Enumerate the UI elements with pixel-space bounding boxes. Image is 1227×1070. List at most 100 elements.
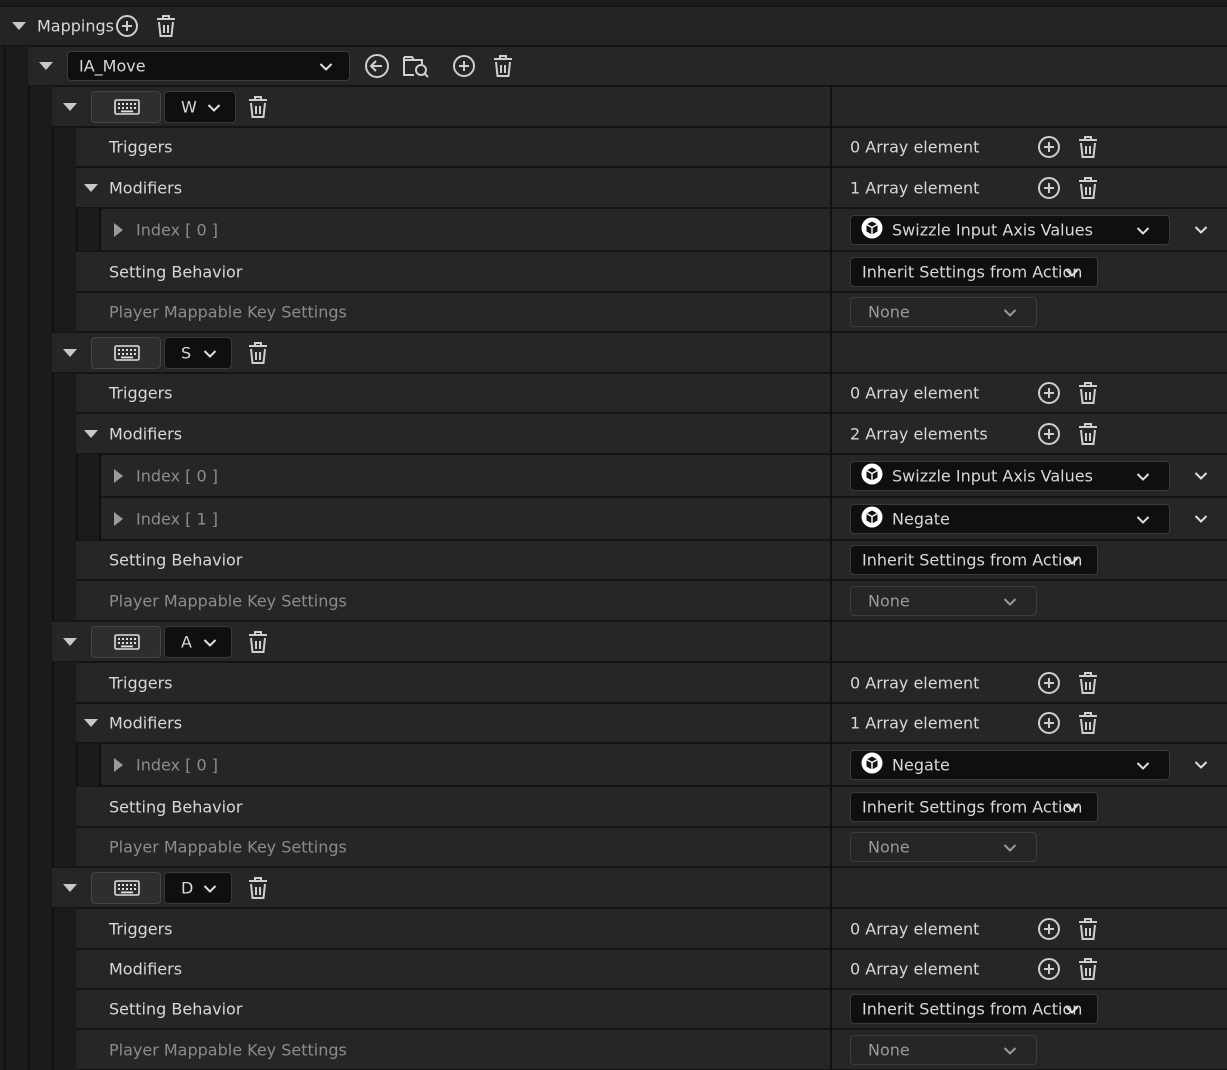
modifier-class-combo[interactable]: Negate (850, 503, 1170, 534)
column-splitter[interactable] (830, 908, 832, 949)
indent-guide (4, 373, 6, 413)
remove-key-icon[interactable] (247, 341, 269, 365)
column-splitter[interactable] (830, 167, 832, 208)
modifier-class-combo[interactable]: Swizzle Input Axis Values (850, 460, 1170, 491)
column-splitter[interactable] (830, 621, 832, 662)
column-splitter[interactable] (830, 703, 832, 743)
remove-key-icon[interactable] (247, 95, 269, 119)
column-splitter[interactable] (830, 332, 832, 373)
key-capture-button[interactable] (91, 336, 161, 369)
mappings-label: Mappings (37, 16, 114, 36)
key-capture-button[interactable] (91, 90, 161, 123)
collapse-arrow-icon[interactable] (39, 62, 53, 70)
modifiers-clear-elements-icon[interactable] (1077, 176, 1099, 200)
column-splitter[interactable] (830, 251, 832, 292)
triggers-label: Triggers (109, 919, 173, 938)
triggers-add-element-icon[interactable] (1037, 671, 1061, 695)
cube-icon (861, 752, 883, 778)
column-splitter[interactable] (830, 989, 832, 1029)
setting-behavior-row: Setting Behavior Inherit Settings from Ac… (0, 786, 1227, 827)
indent-guide (4, 127, 6, 167)
modifiers-add-element-icon[interactable] (1037, 711, 1061, 735)
collapse-arrow-icon[interactable] (63, 883, 77, 892)
column-splitter[interactable] (830, 454, 832, 497)
collapse-arrow-icon[interactable] (84, 429, 98, 438)
indent-guide (4, 208, 6, 251)
key-selector[interactable]: S (164, 336, 232, 369)
triggers-clear-elements-icon[interactable] (1077, 671, 1099, 695)
expand-options-chevron-icon[interactable] (1194, 225, 1208, 234)
add-mapping-icon[interactable] (115, 14, 139, 38)
key-mapping-row: W (0, 86, 1227, 127)
key-selector[interactable]: A (164, 625, 232, 658)
column-splitter[interactable] (830, 127, 832, 167)
modifiers-add-element-icon[interactable] (1037, 176, 1061, 200)
column-splitter[interactable] (830, 497, 832, 540)
remove-key-icon[interactable] (247, 876, 269, 900)
column-splitter[interactable] (830, 827, 832, 867)
expand-arrow-icon[interactable] (114, 757, 123, 772)
collapse-arrow-icon[interactable] (84, 719, 98, 727)
column-splitter[interactable] (830, 413, 832, 454)
triggers-clear-elements-icon[interactable] (1077, 917, 1099, 941)
collapse-arrow-icon[interactable] (63, 348, 77, 357)
setting-behavior-combo[interactable]: Inherit Settings from Action (850, 791, 1098, 822)
expand-arrow-icon[interactable] (114, 511, 123, 526)
modifier-index-row: Index [ 1 ] Negate (0, 497, 1227, 540)
setting-behavior-combo[interactable]: Inherit Settings from Action (850, 256, 1098, 287)
remove-key-icon[interactable] (247, 630, 269, 654)
column-splitter[interactable] (830, 373, 832, 413)
remove-mappings-icon[interactable] (155, 14, 177, 38)
column-splitter[interactable] (830, 540, 832, 580)
expand-options-chevron-icon[interactable] (1194, 471, 1208, 480)
column-splitter[interactable] (830, 292, 832, 332)
modifiers-clear-elements-icon[interactable] (1077, 957, 1099, 981)
indent-guide (4, 167, 6, 208)
triggers-clear-elements-icon[interactable] (1077, 381, 1099, 405)
key-selector[interactable]: D (164, 871, 232, 904)
cube-icon (861, 506, 883, 532)
expand-arrow-icon[interactable] (114, 222, 123, 237)
modifiers-clear-elements-icon[interactable] (1077, 422, 1099, 446)
chevron-down-icon (1003, 1040, 1017, 1059)
setting-behavior-combo[interactable]: Inherit Settings from Action (850, 545, 1098, 575)
collapse-arrow-icon[interactable] (63, 102, 77, 111)
expand-arrow-icon[interactable] (114, 468, 123, 483)
column-splitter[interactable] (830, 86, 832, 127)
modifiers-add-element-icon[interactable] (1037, 422, 1061, 446)
column-splitter[interactable] (830, 786, 832, 827)
key-capture-button[interactable] (91, 871, 161, 904)
column-splitter[interactable] (830, 867, 832, 908)
triggers-add-element-icon[interactable] (1037, 917, 1061, 941)
collapse-arrow-icon[interactable] (63, 637, 77, 646)
modifiers-row: Modifiers 2 Array elements (0, 413, 1227, 454)
column-splitter[interactable] (830, 208, 832, 251)
collapse-arrow-icon[interactable] (84, 183, 98, 192)
column-splitter[interactable] (830, 1029, 832, 1070)
modifiers-clear-elements-icon[interactable] (1077, 711, 1099, 735)
key-selector[interactable]: W (164, 90, 236, 123)
setting-behavior-combo[interactable]: Inherit Settings from Action (850, 994, 1098, 1024)
triggers-add-element-icon[interactable] (1037, 381, 1061, 405)
input-action-combo[interactable]: IA_Move (67, 51, 350, 81)
triggers-add-element-icon[interactable] (1037, 135, 1061, 159)
column-splitter[interactable] (830, 580, 832, 621)
triggers-clear-elements-icon[interactable] (1077, 135, 1099, 159)
chevron-down-icon (203, 878, 217, 897)
modifiers-add-element-icon[interactable] (1037, 957, 1061, 981)
column-splitter[interactable] (830, 949, 832, 989)
key-capture-button[interactable] (91, 625, 161, 658)
column-splitter[interactable] (830, 743, 832, 786)
browse-to-asset-icon[interactable] (402, 53, 430, 79)
add-key-mapping-icon[interactable] (452, 54, 476, 78)
expand-options-chevron-icon[interactable] (1194, 760, 1208, 769)
use-selected-asset-icon[interactable] (364, 53, 390, 79)
setting-behavior-row: Setting Behavior Inherit Settings from Ac… (0, 251, 1227, 292)
modifier-class-combo[interactable]: Negate (850, 749, 1170, 780)
column-splitter[interactable] (830, 662, 832, 703)
collapse-arrow-icon[interactable] (12, 22, 26, 30)
indent-guide (28, 454, 30, 497)
remove-action-mapping-icon[interactable] (492, 54, 514, 78)
expand-options-chevron-icon[interactable] (1194, 514, 1208, 523)
modifier-class-combo[interactable]: Swizzle Input Axis Values (850, 214, 1170, 245)
